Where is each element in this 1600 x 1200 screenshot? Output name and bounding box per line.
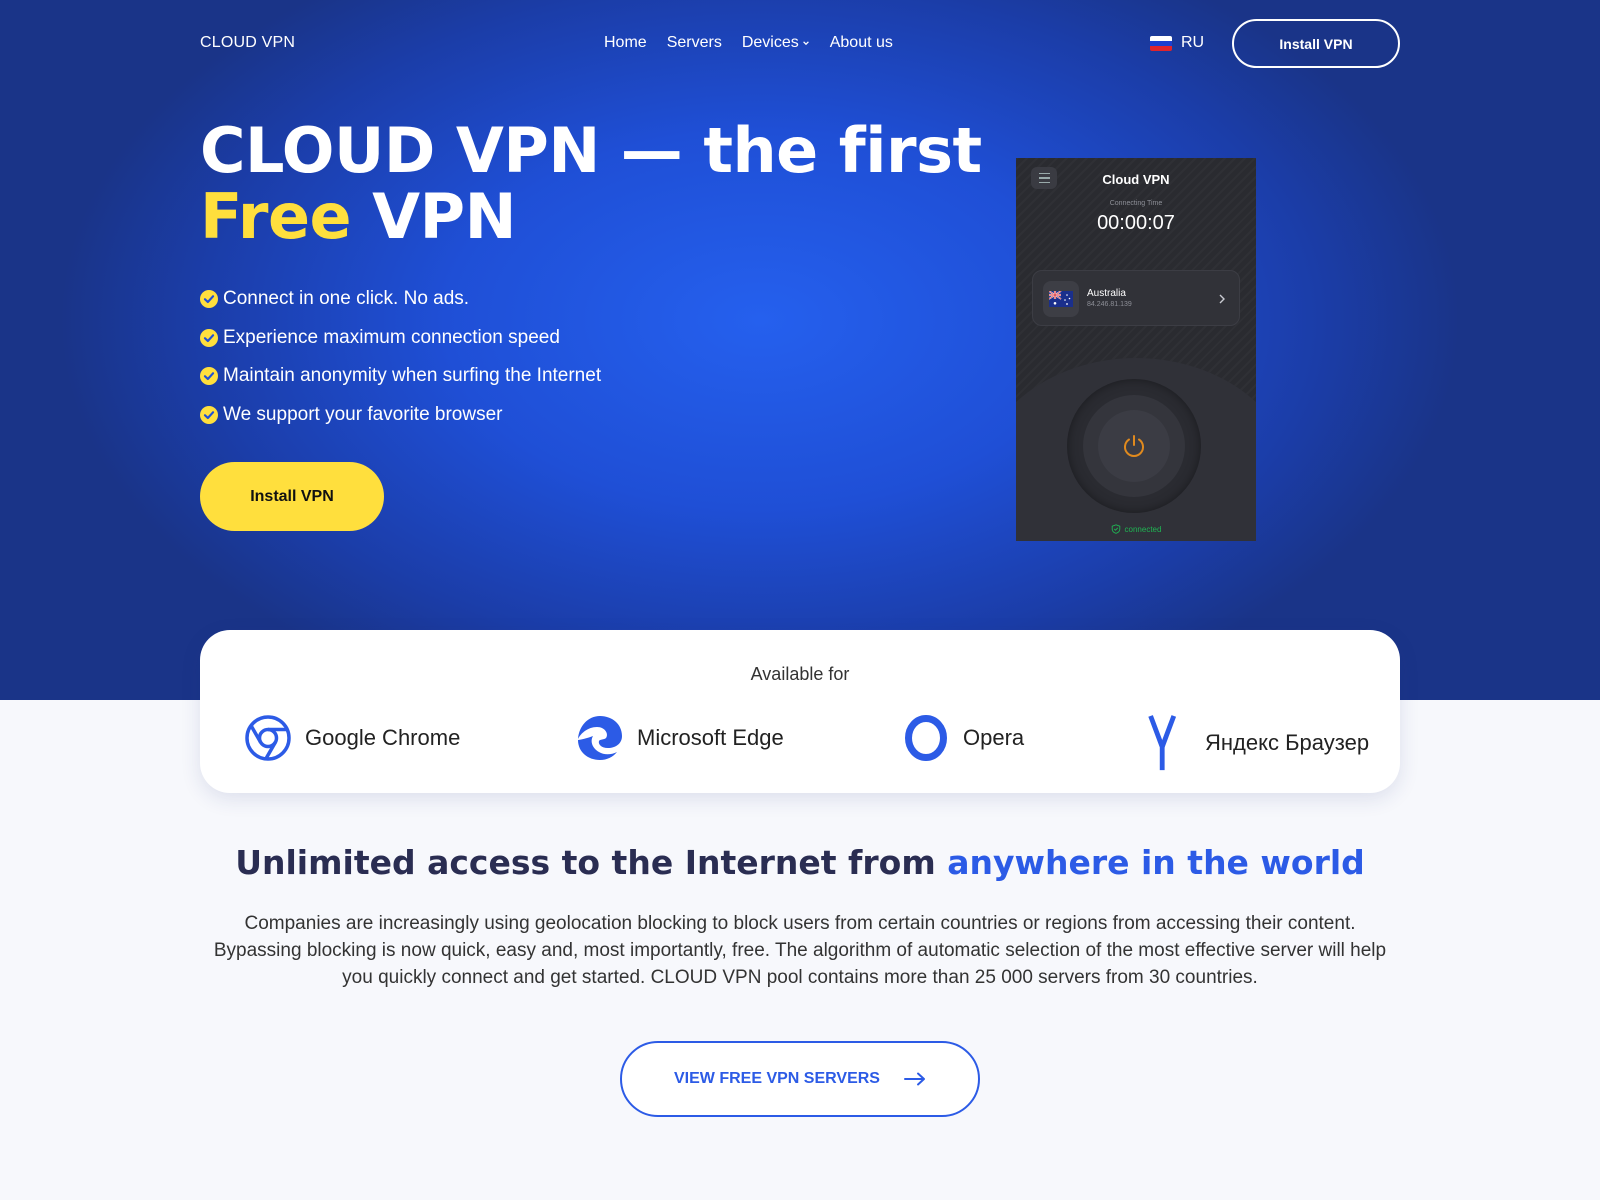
app-title: Cloud VPN [1102,172,1170,187]
check-circle-icon [200,328,218,347]
australia-flag-icon [1043,281,1079,317]
hero-install-button[interactable]: Install VPN [200,462,384,531]
browser-name: Яндекс Браузер [1205,730,1370,755]
browser-chrome[interactable]: Google Chrome [244,714,460,762]
hero-title-rest: VPN [351,180,516,253]
check-circle-icon [200,290,218,309]
feature-item: Connect in one click. No ads. [200,280,601,319]
chrome-icon [245,715,291,761]
section-title: Unlimited access to the Internet from an… [0,843,1600,882]
header-install-button[interactable]: Install VPN [1232,19,1400,68]
server-card: Australia 84.246.81.139 [1032,270,1240,326]
nav-item-servers[interactable]: Servers [667,34,722,52]
browser-name: Google Chrome [305,725,461,750]
feature-item: Experience maximum connection speed [200,319,601,358]
edge-icon [578,716,622,760]
section-title-start: Unlimited access to the Internet from [235,843,948,882]
feature-text: Connect in one click. No ads. [223,288,470,310]
power-icon [1098,410,1170,482]
hero-title-highlight: Free [200,180,352,253]
hero-title: CLOUD VPN — the first Free VPN [200,118,982,250]
availability-title: Available for [750,664,850,684]
russia-flag-icon [1150,35,1172,51]
power-button-mid [1083,395,1185,497]
availability-card: Available for Google Chrome Microsoft Ed… [200,630,1400,793]
section-title-highlight: anywhere in the world [947,843,1365,882]
view-servers-label: VIEW FREE VPN SERVERS [674,1070,880,1087]
app-screenshot: Cloud VPN Connecting Time 00:00:07 Austr… [1016,158,1256,541]
nav-item-about[interactable]: About us [830,34,893,52]
power-button-ring [1067,379,1201,513]
connection-status-label: connected [1124,524,1162,534]
feature-text: Maintain anonymity when surfing the Inte… [223,365,602,387]
feature-text: Experience maximum connection speed [223,326,560,348]
arrow-right-icon [903,1072,925,1086]
main-menu: Home Servers Devices About us [604,34,893,52]
language-label: RU [1181,34,1205,51]
nav-item-home[interactable]: Home [604,34,647,52]
chevron-right-icon [1219,294,1225,304]
browser-name: Microsoft Edge [637,725,784,750]
server-ip: 84.246.81.139 [1087,301,1132,308]
connection-timer: 00:00:07 [1097,212,1175,234]
shield-check-icon [1111,524,1120,534]
feature-text: We support your favorite browser [223,403,503,425]
top-navigation: CLOUD VPN Home Servers Devices About us … [0,0,1600,88]
section-description: Companies are increasingly using geoloca… [213,913,1387,988]
server-name: Australia [1087,288,1126,299]
nav-item-devices-label: Devices [741,34,799,51]
browser-yandex[interactable]: Яндекс Браузер [1144,714,1369,772]
feature-list: Connect in one click. No ads. Experience… [200,280,601,434]
feature-item: We support your favorite browser [200,396,601,435]
browser-opera[interactable]: Opera [902,714,1024,762]
nav-item-devices[interactable]: Devices [742,34,810,52]
yandex-icon [1148,715,1177,771]
feature-item: Maintain anonymity when surfing the Inte… [200,357,601,396]
hero-section: CLOUD VPN Home Servers Devices About us … [0,0,1600,700]
view-servers-button[interactable]: VIEW FREE VPN SERVERS [620,1041,980,1117]
brand-logo[interactable]: CLOUD VPN [200,34,295,52]
language-switcher[interactable]: RU [1150,34,1204,52]
connecting-time-label: Connecting Time [1109,200,1163,207]
chevron-down-icon [802,41,809,46]
opera-icon [905,715,947,761]
browser-edge[interactable]: Microsoft Edge [576,714,784,762]
connection-status: connected [1016,524,1256,534]
check-circle-icon [200,405,218,424]
hero-title-line1: CLOUD VPN — the first [200,114,982,187]
check-circle-icon [200,367,218,386]
browser-name: Opera [963,725,1025,750]
